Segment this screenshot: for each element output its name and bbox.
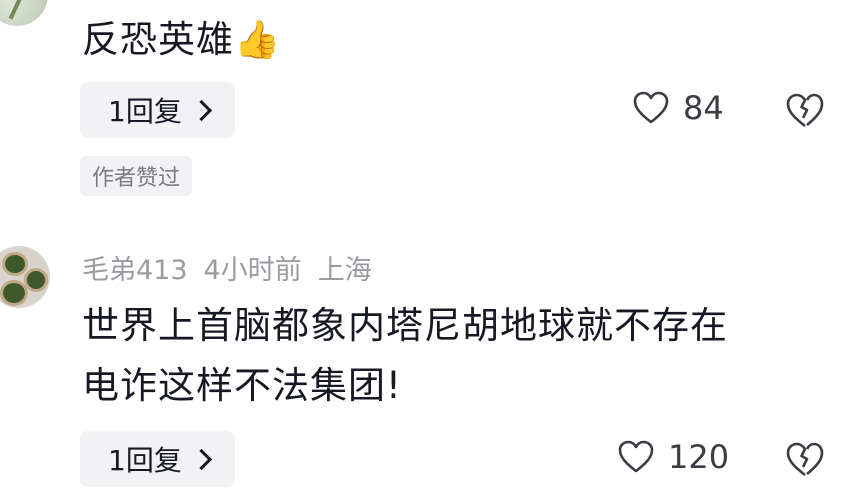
chevron-right-icon [190, 99, 212, 121]
comment-line-2: 电诈这样不法集团! [82, 364, 402, 407]
chevron-right-icon [190, 448, 212, 470]
broken-heart-icon [786, 93, 824, 128]
comment-line-1: 世界上首脑都象内塔尼胡地球就不存在 [82, 304, 728, 347]
heart-outline-icon [618, 440, 654, 473]
comment-meta: 毛弟413 4小时前 上海 [82, 248, 372, 287]
avatar-previous-user[interactable] [0, 0, 48, 26]
avatar-user[interactable] [0, 246, 50, 308]
like-button[interactable]: 120 [618, 438, 729, 476]
reply-count-button[interactable]: 1回复 [80, 82, 235, 138]
dislike-button[interactable] [786, 93, 824, 133]
like-button[interactable]: 84 [633, 89, 724, 127]
like-count: 120 [668, 438, 730, 476]
username[interactable]: 毛弟413 [82, 248, 188, 287]
reply-count-label: 1回复 [108, 95, 182, 128]
reply-count-button[interactable]: 1回复 [80, 431, 235, 487]
like-count: 84 [683, 89, 724, 127]
comment-text: 反恐英雄👍 [82, 18, 282, 61]
reply-count-label: 1回复 [108, 444, 182, 477]
dislike-button[interactable] [786, 442, 824, 482]
comment-text: 世界上首脑都象内塔尼胡地球就不存在 电诈这样不法集团! [82, 298, 728, 413]
heart-outline-icon [633, 91, 669, 124]
author-liked-badge: 作者赞过 [80, 156, 193, 196]
broken-heart-icon [786, 442, 824, 477]
timestamp: 4小时前 [203, 255, 302, 286]
location: 上海 [317, 255, 372, 286]
